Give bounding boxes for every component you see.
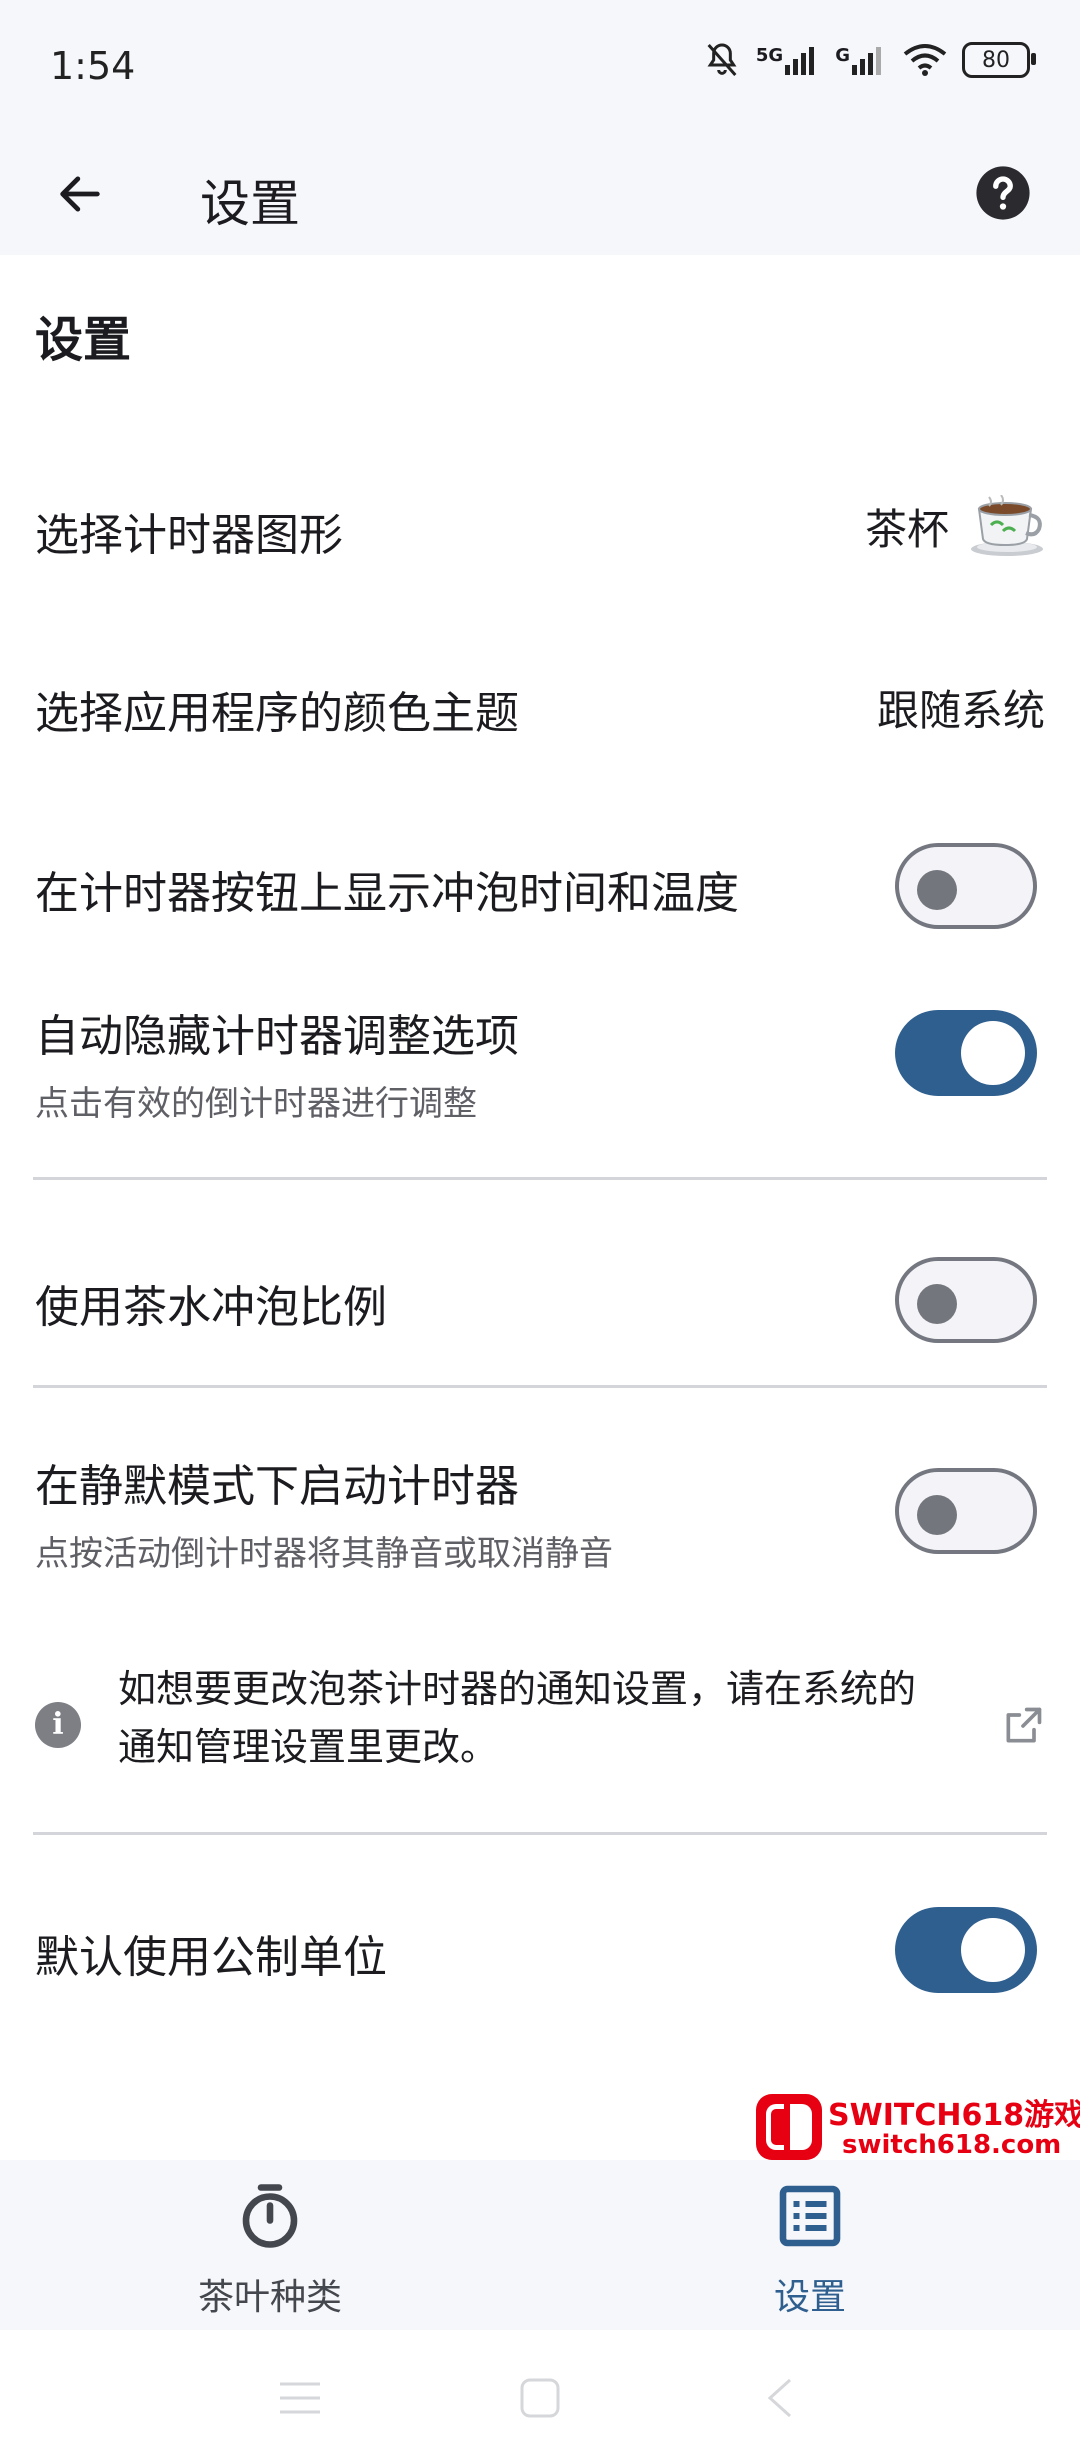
timer-shape-value: 茶杯 [865,495,1045,557]
switch-knob [917,870,957,910]
recents-button[interactable] [270,2368,330,2428]
nav-settings-label: 设置 [773,2277,846,2318]
info-icon: i [35,1702,81,1748]
switch-knob [961,1918,1025,1982]
teacup-icon [971,495,1043,556]
silent-mode-switch[interactable] [895,1468,1037,1554]
divider [33,1177,1047,1180]
home-square-icon [520,2378,560,2418]
status-bar: 1:54 5G G 80 [0,0,1080,140]
notification-info-line2: 通知管理设置里更改。 [118,1725,499,1769]
silent-mode-label: 在静默模式下启动计时器 [35,1461,519,1512]
page-title: 设置 [200,175,300,233]
nav-tea-types-label: 茶叶种类 [197,2277,342,2318]
switch-knob [917,1284,957,1324]
metric-switch[interactable] [895,1907,1037,1993]
show-brew-info-switch[interactable] [895,843,1037,929]
notification-info-text: 如想要更改泡茶计时器的通知设置，请在系统的 通知管理设置里更改。 [118,1660,948,1776]
setting-metric[interactable]: 默认使用公制单位 [35,1885,1045,2015]
status-icons: 5G G 80 [702,40,1036,80]
switch-knob [961,1021,1025,1085]
setting-silent-mode[interactable]: 在静默模式下启动计时器 点按活动倒计时器将其静音或取消静音 [35,1440,1045,1600]
system-navigation-bar [0,2330,1080,2460]
bell-off-icon [707,43,737,76]
setting-show-brew-info[interactable]: 在计时器按钮上显示冲泡时间和温度 [35,825,1045,945]
switch-logo-icon [756,2094,822,2160]
back-button[interactable] [40,154,120,234]
chevron-left-icon [767,2378,792,2418]
signal-g-icon: G [835,45,888,75]
auto-hide-label: 自动隐藏计时器调整选项 [35,1011,519,1062]
auto-hide-switch[interactable] [895,1010,1037,1096]
timer-shape-label: 选择计时器图形 [35,510,343,561]
metric-label: 默认使用公制单位 [35,1932,387,1983]
home-button[interactable] [510,2368,570,2428]
notification-info-line1: 如想要更改泡茶计时器的通知设置，请在系统的 [118,1667,917,1711]
list-icon [779,2185,841,2247]
section-title: 设置 [35,312,132,368]
battery-icon: 80 [962,42,1036,78]
setting-color-theme[interactable]: 选择应用程序的颜色主题 跟随系统 [35,655,1045,755]
nav-settings[interactable]: 设置 [540,2160,1080,2330]
notification-info[interactable]: i 如想要更改泡茶计时器的通知设置，请在系统的 通知管理设置里更改。 [35,1660,1045,1790]
switch-knob [917,1495,957,1535]
divider [33,1832,1047,1835]
timer-icon [242,2184,298,2248]
wifi-icon [903,44,947,76]
ratio-switch[interactable] [895,1257,1037,1343]
auto-hide-sublabel: 点击有效的倒计时器进行调整 [35,1084,477,1124]
watermark: SWITCH618游戏 switch618.com [756,2088,1080,2168]
arrow-back-icon [60,176,100,212]
setting-ratio[interactable]: 使用茶水冲泡比例 [35,1235,1045,1365]
menu-icon [280,2382,320,2414]
battery-level: 80 [982,47,1010,73]
setting-auto-hide[interactable]: 自动隐藏计时器调整选项 点击有效的倒计时器进行调整 [35,990,1045,1150]
silent-mode-sublabel: 点按活动倒计时器将其静音或取消静音 [35,1534,613,1574]
color-theme-value: 跟随系统 [876,686,1045,735]
watermark-url: switch618.com [842,2130,1062,2160]
status-time: 1:54 [50,44,136,88]
divider [33,1385,1047,1388]
bottom-navigation: 茶叶种类 设置 [0,2160,1080,2330]
open-external-icon [1006,1707,1042,1743]
help-button[interactable] [962,152,1044,234]
signal-5g-icon: 5G [756,45,821,75]
setting-timer-shape[interactable]: 选择计时器图形 茶杯 [35,477,1045,577]
nav-tea-types[interactable]: 茶叶种类 [0,2160,540,2330]
show-brew-info-label: 在计时器按钮上显示冲泡时间和温度 [35,868,739,919]
timer-shape-value-text: 茶杯 [864,504,949,554]
app-bar: 设置 [0,140,1080,255]
help-icon [976,166,1030,220]
system-back-button[interactable] [750,2368,810,2428]
ratio-label: 使用茶水冲泡比例 [35,1282,387,1333]
color-theme-label: 选择应用程序的颜色主题 [35,688,519,739]
watermark-title: SWITCH618游戏 [828,2098,1080,2133]
